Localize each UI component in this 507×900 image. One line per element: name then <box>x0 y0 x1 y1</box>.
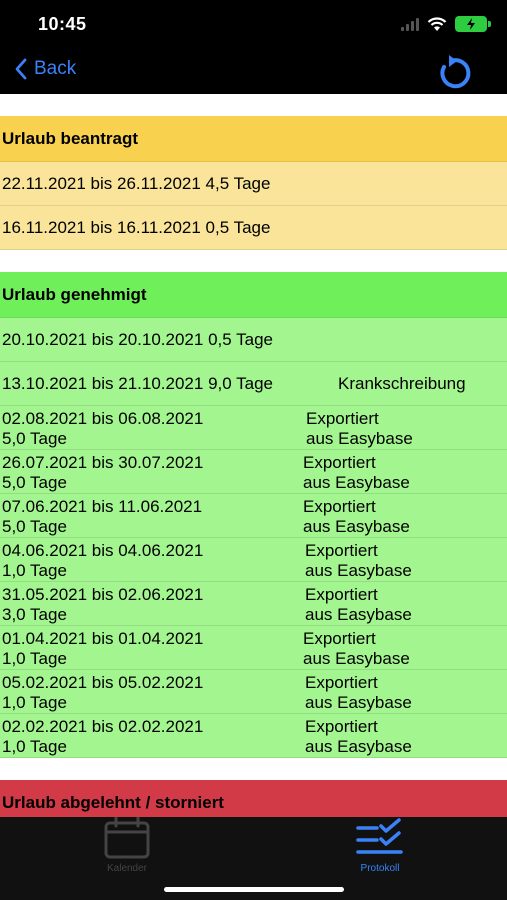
cellular-signal-icon <box>401 17 419 31</box>
row-status: Exportiert aus Easybase <box>303 629 410 668</box>
row-status: Exportiert aus Easybase <box>305 673 412 712</box>
section-header-genehmigt: Urlaub genehmigt <box>0 272 507 318</box>
row-range: 02.02.2021 bis 02.02.2021 <box>2 717 204 736</box>
list-item[interactable]: 04.06.2021 bis 04.06.2021 1,0 Tage Expor… <box>0 538 507 582</box>
list-item[interactable]: 07.06.2021 bis 11.06.2021 5,0 Tage Expor… <box>0 494 507 538</box>
row-days: 1,0 Tage <box>2 737 67 756</box>
status-icons <box>401 16 491 32</box>
battery-charging-icon <box>455 16 491 32</box>
list-item[interactable]: 20.10.2021 bis 20.10.2021 0,5 Tage <box>0 318 507 362</box>
row-range: 01.04.2021 bis 01.04.2021 <box>2 629 204 648</box>
row-text: 22.11.2021 bis 26.11.2021 4,5 Tage <box>2 173 271 193</box>
row-range: 05.02.2021 bis 05.02.2021 <box>2 673 204 692</box>
row-days: 1,0 Tage <box>2 693 67 712</box>
row-status: Exportiert aus Easybase <box>306 409 413 448</box>
chevron-left-icon <box>15 58 27 80</box>
row-note: Krankschreibung <box>338 373 466 393</box>
home-indicator[interactable] <box>164 887 344 892</box>
row-range: 07.06.2021 bis 11.06.2021 <box>2 497 203 516</box>
back-button[interactable]: Back <box>14 58 76 80</box>
list-item[interactable]: 22.11.2021 bis 26.11.2021 4,5 Tage <box>0 162 507 206</box>
section-header-beantragt: Urlaub beantragt <box>0 116 507 162</box>
section-beantragt: Urlaub beantragt 22.11.2021 bis 26.11.20… <box>0 116 507 250</box>
section-abgelehnt: Urlaub abgelehnt / storniert <box>0 780 507 817</box>
tab-kalender[interactable]: Kalender <box>62 817 192 877</box>
vacation-list[interactable]: Urlaub beantragt 22.11.2021 bis 26.11.20… <box>0 94 507 817</box>
status-bar: 10:45 <box>0 0 507 50</box>
navigation-bar: Back <box>0 50 507 94</box>
row-status: Exportiert aus Easybase <box>305 717 412 756</box>
row-days: 5,0 Tage <box>2 473 67 492</box>
row-status: Exportiert aus Easybase <box>303 497 410 536</box>
calendar-icon <box>104 817 150 859</box>
row-status: Exportiert aus Easybase <box>305 541 412 580</box>
row-range: 02.08.2021 bis 06.08.2021 <box>2 409 204 428</box>
row-status: Exportiert aus Easybase <box>305 585 412 624</box>
refresh-icon[interactable] <box>435 54 475 92</box>
list-item[interactable]: 01.04.2021 bis 01.04.2021 1,0 Tage Expor… <box>0 626 507 670</box>
tab-protokoll[interactable]: Protokoll <box>315 817 445 877</box>
status-time: 10:45 <box>38 14 87 34</box>
back-label: Back <box>34 58 77 79</box>
wifi-icon <box>427 16 447 31</box>
tab-label: Kalender <box>106 863 148 874</box>
section-genehmigt: Urlaub genehmigt 20.10.2021 bis 20.10.20… <box>0 272 507 758</box>
tab-label: Protokoll <box>360 863 400 874</box>
row-days: 1,0 Tage <box>2 561 67 580</box>
row-days: 5,0 Tage <box>2 517 67 536</box>
row-range: 31.05.2021 bis 02.06.2021 <box>2 585 204 604</box>
row-range: 26.07.2021 bis 30.07.2021 <box>2 453 204 472</box>
row-text: 13.10.2021 bis 21.10.2021 9,0 Tage <box>2 373 273 393</box>
row-status: Exportiert aus Easybase <box>303 453 410 492</box>
section-header-abgelehnt: Urlaub abgelehnt / storniert <box>0 780 507 817</box>
list-item[interactable]: 02.08.2021 bis 06.08.2021 5,0 Tage Expor… <box>0 406 507 450</box>
row-days: 3,0 Tage <box>2 605 67 624</box>
list-item[interactable]: 02.02.2021 bis 02.02.2021 1,0 Tage Expor… <box>0 714 507 758</box>
list-item[interactable]: 13.10.2021 bis 21.10.2021 9,0 Tage Krank… <box>0 362 507 406</box>
checklist-icon <box>356 818 403 854</box>
list-item[interactable]: 16.11.2021 bis 16.11.2021 0,5 Tage <box>0 206 507 250</box>
tab-bar: Kalender Protokoll <box>0 817 507 900</box>
row-days: 1,0 Tage <box>2 649 67 668</box>
row-text: 16.11.2021 bis 16.11.2021 0,5 Tage <box>2 217 271 237</box>
row-days: 5,0 Tage <box>2 429 67 448</box>
list-item[interactable]: 05.02.2021 bis 05.02.2021 1,0 Tage Expor… <box>0 670 507 714</box>
list-item[interactable]: 26.07.2021 bis 30.07.2021 5,0 Tage Expor… <box>0 450 507 494</box>
row-text: 20.10.2021 bis 20.10.2021 0,5 Tage <box>2 329 273 349</box>
row-range: 04.06.2021 bis 04.06.2021 <box>2 541 204 560</box>
list-item[interactable]: 31.05.2021 bis 02.06.2021 3,0 Tage Expor… <box>0 582 507 626</box>
